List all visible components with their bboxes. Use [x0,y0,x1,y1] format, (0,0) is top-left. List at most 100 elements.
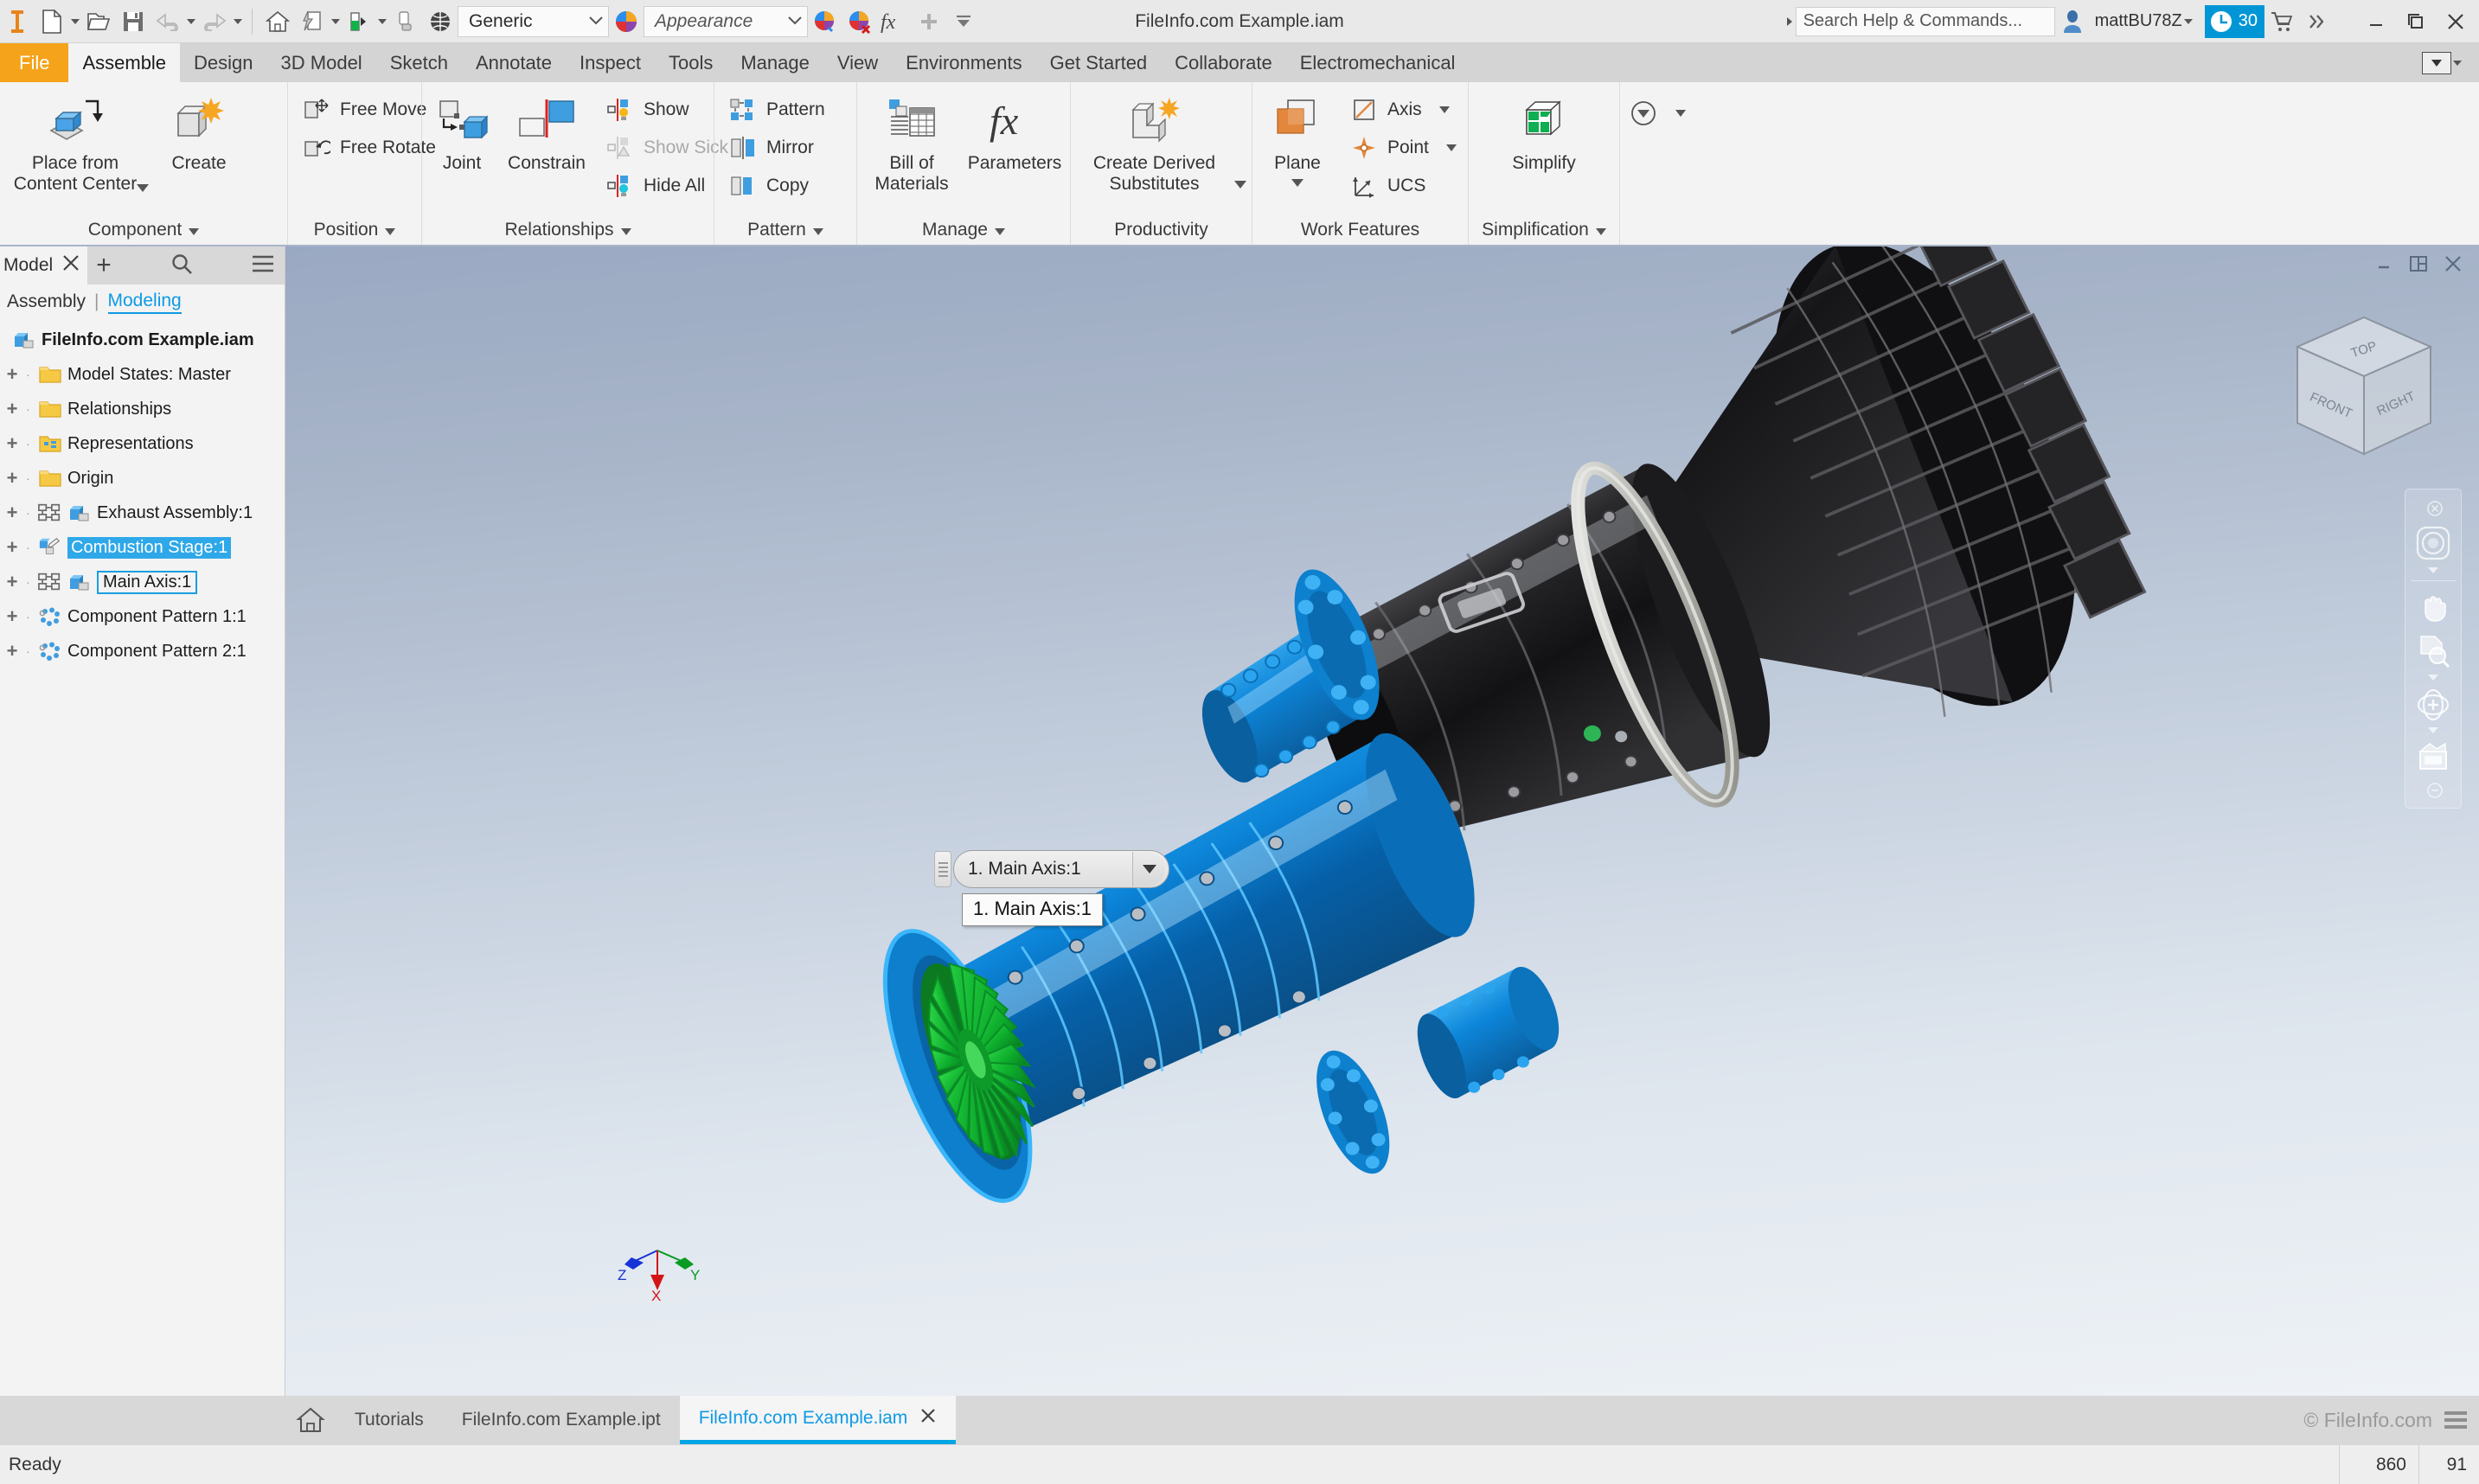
panel-title-pattern[interactable]: Pattern [718,215,853,245]
close-button[interactable] [2436,2,2476,42]
navigation-wheel-dropdown-icon[interactable] [2428,567,2438,573]
ribbon-options-caret-icon[interactable] [2451,44,2463,82]
tree-expand-icon[interactable]: + [3,607,21,626]
full-navigation-wheel-button[interactable] [2410,521,2457,566]
undo-button[interactable] [151,3,185,41]
ribbon-tab-collaborate[interactable]: Collaborate [1161,43,1286,82]
pan-button[interactable] [2410,585,2457,630]
search-input[interactable]: Search Help & Commands... [1795,6,2055,36]
chevron-down-bar-icon[interactable] [946,3,981,41]
plane-dropdown-icon[interactable] [1291,179,1304,188]
ribbon-tab-3d-model[interactable]: 3D Model [267,43,376,82]
place-from-content-center-button[interactable]: Place from Content Center [3,89,147,198]
tree-item-relationships[interactable]: + · Relationships [0,392,285,426]
ribbon-tab-get-started[interactable]: Get Started [1036,43,1162,82]
new-file-button[interactable] [35,3,69,41]
pattern-button[interactable]: Pattern [723,91,830,129]
sketch-lightning-button[interactable] [295,3,330,41]
filter-modeling[interactable]: Modeling [107,291,182,314]
ribbon-tab-view[interactable]: View [823,43,892,82]
home-icon[interactable] [285,1396,336,1444]
chevron-down-icon[interactable] [1132,852,1165,886]
chevron-down-icon[interactable] [788,14,802,29]
tree-item-component-pattern-2-1[interactable]: + · Component Pattern 2:1 [0,634,285,668]
save-button[interactable] [116,3,151,41]
mirror-button[interactable]: Mirror [723,129,830,167]
panel-dropdown-icon[interactable] [189,220,199,240]
convert-dropdown-icon[interactable] [1675,110,1686,117]
view-cube[interactable]: TOP FRONT RIGHT [2282,307,2446,480]
tree-item-component-pattern-1-1[interactable]: + · Component Pattern 1:1 [0,599,285,634]
panel-title-component[interactable]: Component [3,215,284,245]
tree-expand-icon[interactable]: + [3,365,21,384]
shopping-cart-icon[interactable] [2264,3,2299,41]
document-tab-fileinfo-com-example-ipt[interactable]: FileInfo.com Example.ipt [443,1396,680,1444]
constrain-button[interactable]: Constrain [498,89,595,177]
user-avatar-icon[interactable] [2055,3,2090,41]
redo-button[interactable] [197,3,232,41]
account-caret-icon[interactable] [2182,3,2194,41]
ribbon-tab-design[interactable]: Design [180,43,266,82]
axis-dropdown-icon[interactable] [1438,106,1450,113]
3d-viewport[interactable]: TOP FRONT RIGHT Z Y X 1. Main Axis:1 1. … [285,246,2479,1396]
open-file-button[interactable] [81,3,116,41]
plus-icon[interactable] [912,3,946,41]
component-combo-box[interactable]: 1. Main Axis:1 [953,850,1169,888]
ribbon-tab-electromechanical[interactable]: Electromechanical [1286,43,1470,82]
ribbon-collapse-icon[interactable] [2422,51,2451,74]
create-component-button[interactable]: Create [157,89,240,177]
zoom-button[interactable] [2410,630,2457,673]
material-combo[interactable]: Generic [458,5,609,37]
sphere-grid-button[interactable] [423,3,458,41]
look-at-button[interactable] [2410,737,2457,778]
viewport-close-button[interactable] [2436,246,2470,281]
search-icon[interactable] [170,253,193,279]
plane-button[interactable]: Plane [1256,89,1339,190]
tree-expand-icon[interactable]: + [3,572,21,592]
point-dropdown-icon[interactable] [1445,144,1457,151]
clear-appearance-button[interactable] [388,3,423,41]
ribbon-tab-sketch[interactable]: Sketch [376,43,462,82]
panel-dropdown-icon[interactable] [385,220,395,240]
tree-expand-icon[interactable]: + [3,400,21,419]
browser-tab-model[interactable]: Model [0,246,87,285]
place-component-dropdown-icon[interactable] [137,184,149,192]
ucs-button[interactable]: UCS [1344,167,1462,205]
ribbon-tab-annotate[interactable]: Annotate [462,43,566,82]
appearance-combo[interactable]: Appearance [644,5,808,37]
drag-grip-icon[interactable] [934,851,951,887]
point-button[interactable]: Point [1344,129,1462,167]
hamburger-menu-icon[interactable] [252,254,274,278]
free-move-button[interactable]: Free Move [297,91,441,129]
close-icon[interactable] [919,1407,937,1430]
chevron-down-icon[interactable] [589,14,603,29]
joint-button[interactable]: Joint [426,89,498,177]
material-button[interactable] [342,3,376,41]
panel-title-manage[interactable]: Manage [861,215,1067,245]
color-wheel-icon[interactable] [609,3,644,41]
ribbon-tab-file[interactable]: File [0,43,69,82]
ribbon-tab-environments[interactable]: Environments [892,43,1036,82]
panel-dropdown-icon[interactable] [995,220,1005,240]
component-select-combo[interactable]: 1. Main Axis:1 [934,850,1169,888]
account-name[interactable]: mattBU78Z [2095,11,2182,31]
tree-expand-icon[interactable]: + [3,642,21,661]
tree-expand-icon[interactable]: + [3,434,21,453]
hamburger-menu-icon[interactable] [2444,1411,2467,1429]
restore-button[interactable] [2396,2,2436,42]
tree-item-fileinfo-com-example-iam[interactable]: FileInfo.com Example.iam [0,323,285,357]
panel-dropdown-icon[interactable] [813,220,823,240]
tree-item-combustion-stage-1[interactable]: + · Combustion Stage:1 [0,530,285,565]
derived-substitutes-dropdown-icon[interactable] [1234,181,1246,189]
orbit-dropdown-icon[interactable] [2428,727,2438,733]
tree-item-main-axis-1[interactable]: + · Main Axis:1 [0,565,285,599]
document-tab-fileinfo-com-example-iam[interactable]: FileInfo.com Example.iam [679,1396,957,1444]
create-derived-substitutes-button[interactable]: Create Derived Substitutes [1076,89,1233,198]
panel-dropdown-icon[interactable] [1596,220,1606,240]
adjust-appearance-button[interactable] [808,3,842,41]
tree-expand-icon[interactable]: + [3,469,21,488]
undo-caret-icon[interactable] [185,3,197,41]
tree-item-origin[interactable]: + · Origin [0,461,285,496]
tree-item-representations[interactable]: + · Representations [0,426,285,461]
panel-title-simplification[interactable]: Simplification [1472,215,1616,245]
